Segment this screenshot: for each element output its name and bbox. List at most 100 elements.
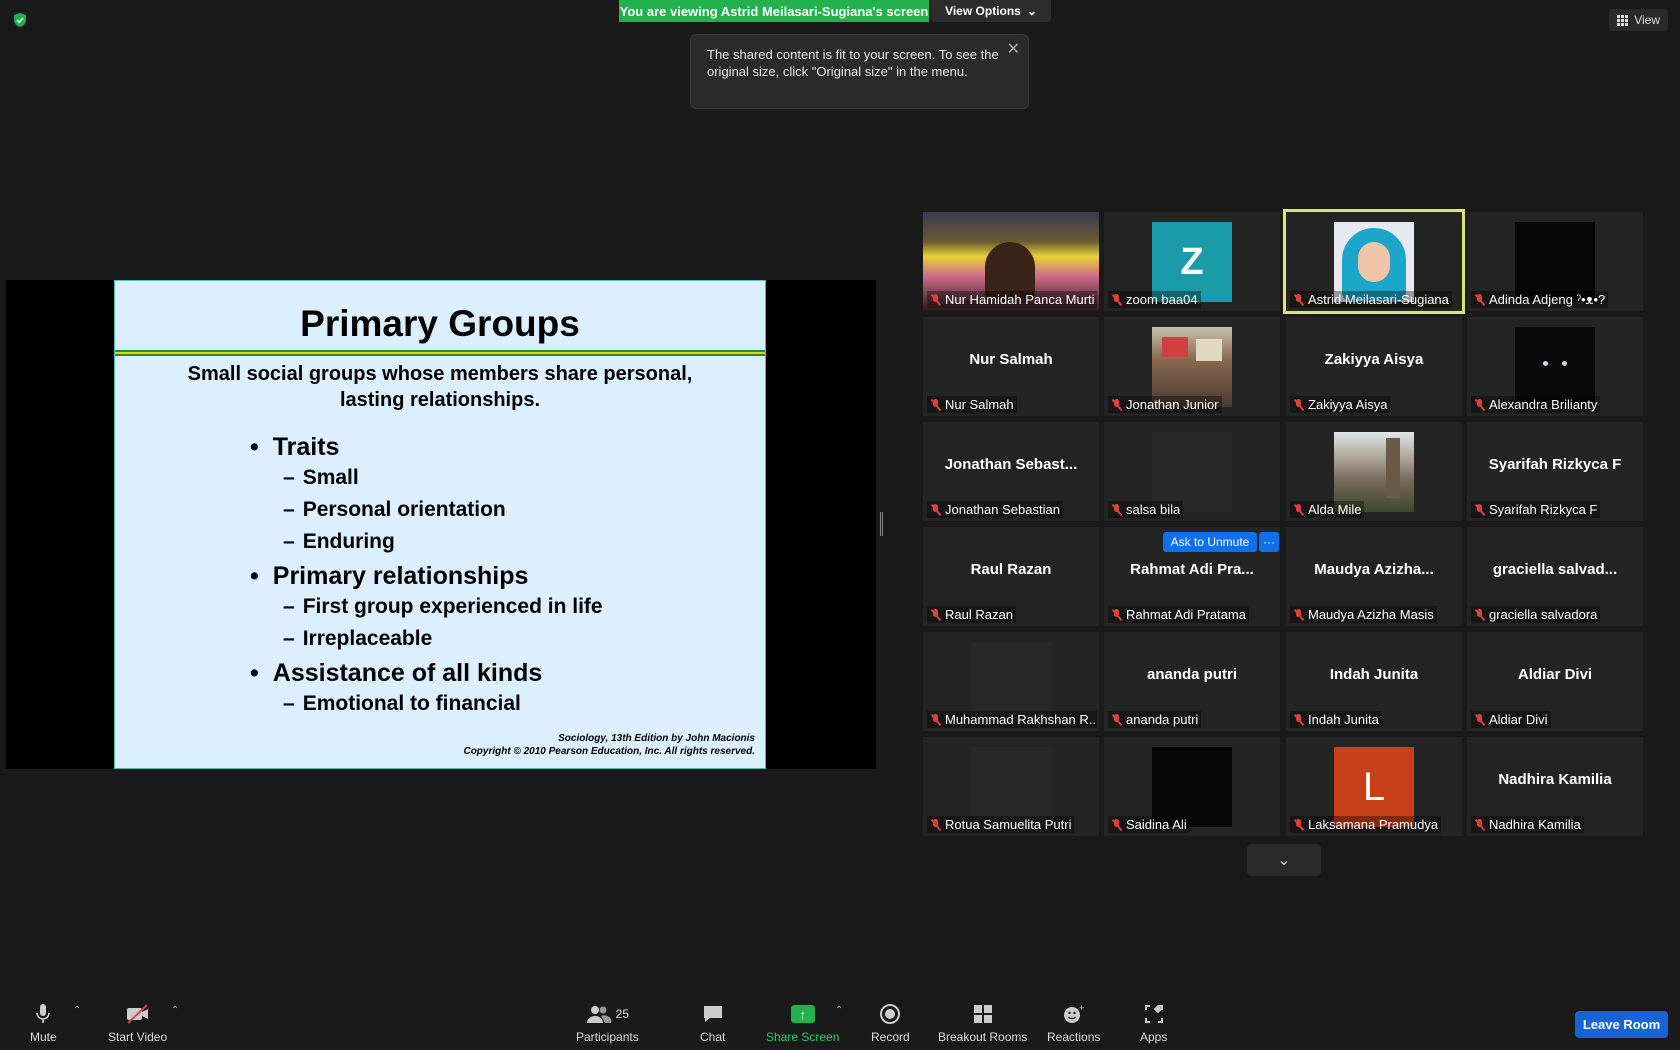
viewing-banner: You are viewing Astrid Meilasari-Sugiana… — [619, 0, 929, 22]
gallery-next-page-button[interactable]: ⌄ — [1247, 844, 1321, 876]
leave-room-button[interactable]: Leave Room — [1575, 1011, 1668, 1038]
more-options-button[interactable]: ··· — [1259, 532, 1279, 552]
chat-label: Chat — [700, 1030, 726, 1044]
view-options-button[interactable]: View Options ⌄ — [931, 0, 1051, 22]
mute-button[interactable]: Mute — [30, 1002, 57, 1044]
participant-display-name: Nur Salmah — [969, 351, 1053, 368]
participant-name: Astrid Meilasari-Sugiana — [1308, 292, 1449, 307]
participant-tile[interactable]: Nur Salmah Nur Salmah — [923, 317, 1099, 416]
start-video-label: Start Video — [108, 1030, 168, 1044]
participant-tile[interactable]: ananda putri ananda putri — [1104, 632, 1280, 731]
participant-tile[interactable]: Rotua Samuelita Putri — [923, 737, 1099, 836]
apps-button[interactable]: Apps — [1140, 1002, 1167, 1044]
sub-bullet: – Enduring — [283, 530, 395, 553]
sub-bullet: – Personal orientation — [283, 498, 506, 521]
view-layout-button[interactable]: View — [1609, 9, 1668, 31]
share-options-caret-icon[interactable]: ⌃ — [835, 1005, 843, 1016]
view-options-label: View Options — [945, 4, 1021, 18]
participant-tile[interactable]: Saidina Ali — [1104, 737, 1280, 836]
muted-mic-icon — [930, 818, 941, 831]
subtitle-line-2: lasting relationships. — [339, 389, 541, 411]
sub-bullet: – Emotional to financial — [283, 692, 521, 715]
chevron-down-icon: ⌄ — [1277, 852, 1291, 869]
sub-bullet: – Irreplaceable — [283, 627, 433, 650]
chat-button[interactable]: Chat — [700, 1002, 725, 1044]
record-button[interactable]: Record — [871, 1002, 910, 1044]
participant-tile[interactable]: Zakiyya Aisya Zakiyya Aisya — [1286, 317, 1462, 416]
participant-name-label: ananda putri — [1108, 711, 1202, 728]
slide-footer: Sociology, 13th Edition by John Macionis… — [463, 732, 755, 758]
muted-mic-icon — [1293, 818, 1304, 831]
participant-name: Nur Hamidah Panca Murti — [945, 292, 1095, 307]
participant-tile[interactable]: Nadhira Kamilia Nadhira Kamilia — [1467, 737, 1643, 836]
participant-name-label: Saidina Ali — [1108, 816, 1190, 833]
chevron-down-icon: ⌄ — [1026, 4, 1037, 18]
participant-name: Indah Junita — [1308, 712, 1379, 727]
muted-mic-icon — [930, 713, 941, 726]
participant-tile[interactable]: Muhammad Rakhshan R... — [923, 632, 1099, 731]
participant-name: Aldiar Divi — [1489, 712, 1548, 727]
sub-bullet: – First group experienced in life — [283, 595, 603, 618]
footer-line-1: Sociology, 13th Edition by John Macionis — [558, 733, 755, 744]
participant-tile[interactable]: salsa bila — [1104, 422, 1280, 521]
footer-line-2: Copyright © 2010 Pearson Education, Inc.… — [463, 746, 755, 757]
participant-name: Laksamana Pramudya — [1308, 817, 1439, 832]
participants-icon: 25 — [586, 1002, 629, 1026]
participant-tile[interactable]: Adinda Adjeng ˀ•ᴥ•? — [1467, 212, 1643, 311]
participant-display-name: Rahmat Adi Pra... — [1130, 561, 1254, 578]
security-shield-icon[interactable] — [12, 12, 28, 28]
participant-name-label: Aldiar Divi — [1471, 711, 1551, 728]
shared-screen: Primary Groups Small social groups whose… — [6, 280, 876, 769]
participant-name: Nadhira Kamilia — [1489, 817, 1581, 832]
participant-display-name: ananda putri — [1146, 666, 1237, 683]
reactions-icon: + — [1062, 1002, 1086, 1026]
participant-tile[interactable]: Aldiar Divi Aldiar Divi — [1467, 632, 1643, 731]
participant-name: Nur Salmah — [945, 397, 1014, 412]
participant-name-label: zoom baa04 — [1108, 291, 1201, 308]
muted-mic-icon — [1474, 608, 1485, 621]
muted-mic-icon — [1474, 503, 1485, 516]
participant-name-label: Rotua Samuelita Putri — [927, 816, 1075, 833]
participant-name-label: Muhammad Rakhshan R... — [927, 711, 1097, 728]
participants-button[interactable]: 25 Participants — [576, 1002, 639, 1044]
participant-display-name: Syarifah Rizkyca F — [1488, 456, 1622, 473]
muted-mic-icon — [1293, 608, 1304, 621]
participant-tile[interactable]: Maudya Azizha... Maudya Azizha Masis — [1286, 527, 1462, 626]
avatar — [971, 747, 1051, 827]
share-screen-button[interactable]: ↑ Share Screen — [766, 1002, 839, 1044]
participant-name-label: Nur Salmah — [927, 396, 1017, 413]
breakout-rooms-button[interactable]: Breakout Rooms — [938, 1002, 1027, 1044]
svg-text:+: + — [1079, 1003, 1084, 1013]
participant-tile[interactable]: Astrid Meilasari-Sugiana — [1283, 209, 1465, 314]
participant-name: Rotua Samuelita Putri — [945, 817, 1072, 832]
participant-name-label: Nur Hamidah Panca Murti — [927, 291, 1097, 308]
participant-tile[interactable]: Raul Razan Raul Razan — [923, 527, 1099, 626]
participant-tile[interactable]: Nur Hamidah Panca Murti — [923, 212, 1099, 311]
participant-name-label: Nadhira Kamilia — [1471, 816, 1584, 833]
start-video-button[interactable]: Start Video — [108, 1002, 167, 1044]
participant-name: Zakiyya Aisya — [1308, 397, 1388, 412]
participant-name: Syarifah Rizkyca F — [1489, 502, 1598, 517]
participant-tile[interactable]: Alexandra Brilianty — [1467, 317, 1643, 416]
participant-tile[interactable]: Syarifah Rizkyca F Syarifah Rizkyca F — [1467, 422, 1643, 521]
ask-to-unmute-button[interactable]: Ask to Unmute — [1163, 532, 1257, 552]
close-icon[interactable]: ✕ — [1007, 41, 1020, 58]
participant-name-label: Maudya Azizha Masis — [1290, 606, 1437, 623]
avatar — [1515, 327, 1595, 407]
breakout-rooms-icon — [972, 1002, 994, 1026]
audio-options-caret-icon[interactable]: ⌃ — [73, 1005, 81, 1016]
participant-display-name: Raul Razan — [970, 561, 1052, 578]
participant-tile[interactable]: Jonathan Sebast... Jonathan Sebastian — [923, 422, 1099, 521]
participant-tile[interactable]: Jonathan Junior — [1104, 317, 1280, 416]
video-options-caret-icon[interactable]: ⌃ — [171, 1005, 179, 1016]
participant-name: Maudya Azizha Masis — [1308, 607, 1434, 622]
participant-tile[interactable]: graciella salvad... graciella salvadora — [1467, 527, 1643, 626]
reactions-button[interactable]: + Reactions — [1047, 1002, 1100, 1044]
participant-tile[interactable]: L Laksamana Pramudya — [1286, 737, 1462, 836]
avatar: L — [1334, 747, 1414, 827]
split-resize-handle[interactable] — [880, 512, 883, 536]
participant-tile[interactable]: Indah Junita Indah Junita — [1286, 632, 1462, 731]
participant-tile[interactable]: Alda Mile — [1286, 422, 1462, 521]
participant-name: Muhammad Rakhshan R... — [945, 712, 1097, 727]
participant-tile[interactable]: Zzoom baa04 — [1104, 212, 1280, 311]
